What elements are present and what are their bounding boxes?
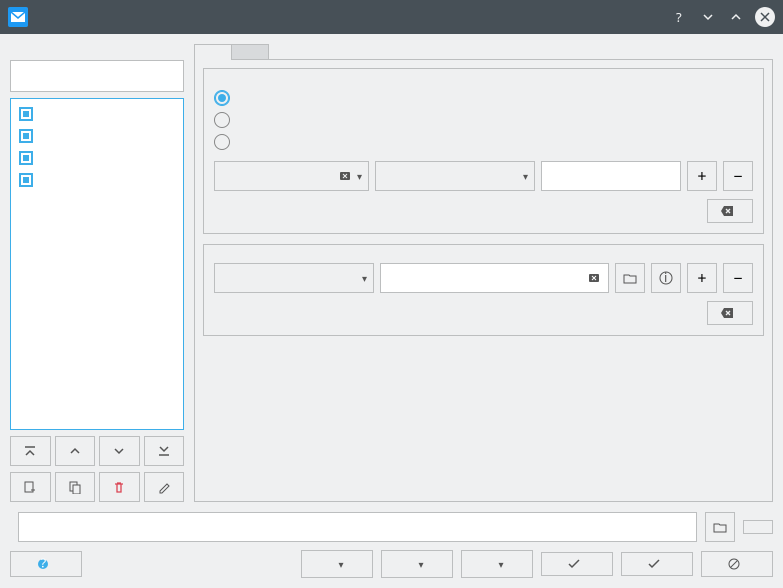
filter-criteria-group: ▾ ▾ ⌃ ⌄ + − <box>203 68 764 234</box>
help-titlebar-button[interactable]: ? <box>671 8 689 26</box>
radio-icon <box>214 134 230 150</box>
close-button[interactable] <box>755 7 775 27</box>
backspace-icon <box>720 205 734 217</box>
app-icon <box>8 7 28 27</box>
clear-actions-button[interactable] <box>707 301 753 325</box>
info-button[interactable]: i <box>651 263 681 293</box>
chevron-down-icon: ▾ <box>357 169 362 183</box>
apply-button[interactable] <box>621 552 693 576</box>
checkbox-icon[interactable] <box>19 151 33 165</box>
filter-item-classify-not-spam[interactable] <box>11 169 183 191</box>
radio-icon <box>214 90 230 106</box>
svg-text:?: ? <box>41 558 47 570</box>
cancel-button[interactable] <box>701 551 773 577</box>
filter-item-bogofilter[interactable] <box>11 103 183 125</box>
checkbox-icon[interactable] <box>19 129 33 143</box>
backspace-icon <box>720 307 734 319</box>
filter-item-classify-spam[interactable] <box>11 147 183 169</box>
remove-action-button[interactable]: − <box>723 263 753 293</box>
radio-icon <box>214 112 230 128</box>
move-down-button[interactable] <box>99 436 140 466</box>
convert-button[interactable]: ▾ <box>461 550 533 578</box>
rename-filter-button[interactable] <box>144 472 185 502</box>
svg-text:i: i <box>664 271 667 285</box>
filter-list[interactable] <box>10 98 184 430</box>
check-icon <box>568 559 580 569</box>
maximize-button[interactable] <box>727 8 745 26</box>
radio-match-all-messages[interactable] <box>214 131 753 153</box>
svg-text:?: ? <box>676 10 682 24</box>
search-input[interactable] <box>10 60 184 92</box>
help-icon: ? <box>37 558 49 570</box>
export-button[interactable]: ▾ <box>381 550 453 578</box>
criteria-op-combo[interactable]: ▾ <box>375 161 535 191</box>
folder-select-input[interactable] <box>18 512 697 542</box>
check-icon <box>648 559 660 569</box>
action-type-combo[interactable]: ▾ <box>214 263 374 293</box>
action-command-input[interactable] <box>380 263 609 293</box>
copy-filter-button[interactable] <box>55 472 96 502</box>
run-now-button[interactable] <box>743 520 773 534</box>
browse-button[interactable] <box>615 263 645 293</box>
radio-match-all[interactable] <box>214 87 753 109</box>
minimize-button[interactable] <box>699 8 717 26</box>
add-criteria-button[interactable]: + <box>687 161 717 191</box>
radio-match-any[interactable] <box>214 109 753 131</box>
available-filters-header <box>10 44 184 54</box>
chevron-down-icon: ▾ <box>418 557 423 571</box>
tab-advanced[interactable] <box>231 44 269 59</box>
chevron-down-icon: ▾ <box>362 271 367 285</box>
filter-item-spam-handling[interactable] <box>11 125 183 147</box>
criteria-field-combo[interactable]: ▾ <box>214 161 369 191</box>
chevron-down-icon: ▾ <box>498 557 503 571</box>
checkbox-icon[interactable] <box>19 107 33 121</box>
move-top-button[interactable] <box>10 436 51 466</box>
filter-actions-group: ▾ i + − <box>203 244 764 336</box>
cancel-icon <box>728 558 740 570</box>
tab-general[interactable] <box>194 44 232 59</box>
command-input[interactable] <box>389 269 588 287</box>
clear-input-icon[interactable] <box>588 272 600 284</box>
criteria-value-spinbox[interactable]: ⌃ ⌄ <box>541 161 681 191</box>
move-bottom-button[interactable] <box>144 436 185 466</box>
checkbox-icon[interactable] <box>19 173 33 187</box>
folder-browse-button[interactable] <box>705 512 735 542</box>
move-up-button[interactable] <box>55 436 96 466</box>
new-filter-button[interactable] <box>10 472 51 502</box>
clear-field-icon[interactable] <box>339 170 351 182</box>
chevron-down-icon: ▾ <box>523 169 528 183</box>
ok-button[interactable] <box>541 552 613 576</box>
remove-criteria-button[interactable]: − <box>723 161 753 191</box>
help-button[interactable]: ? <box>10 551 82 577</box>
delete-filter-button[interactable] <box>99 472 140 502</box>
clear-criteria-button[interactable] <box>707 199 753 223</box>
import-button[interactable]: ▾ <box>301 550 373 578</box>
chevron-down-icon: ▾ <box>338 557 343 571</box>
tabbar <box>194 44 773 60</box>
titlebar: ? <box>0 0 783 34</box>
add-action-button[interactable]: + <box>687 263 717 293</box>
